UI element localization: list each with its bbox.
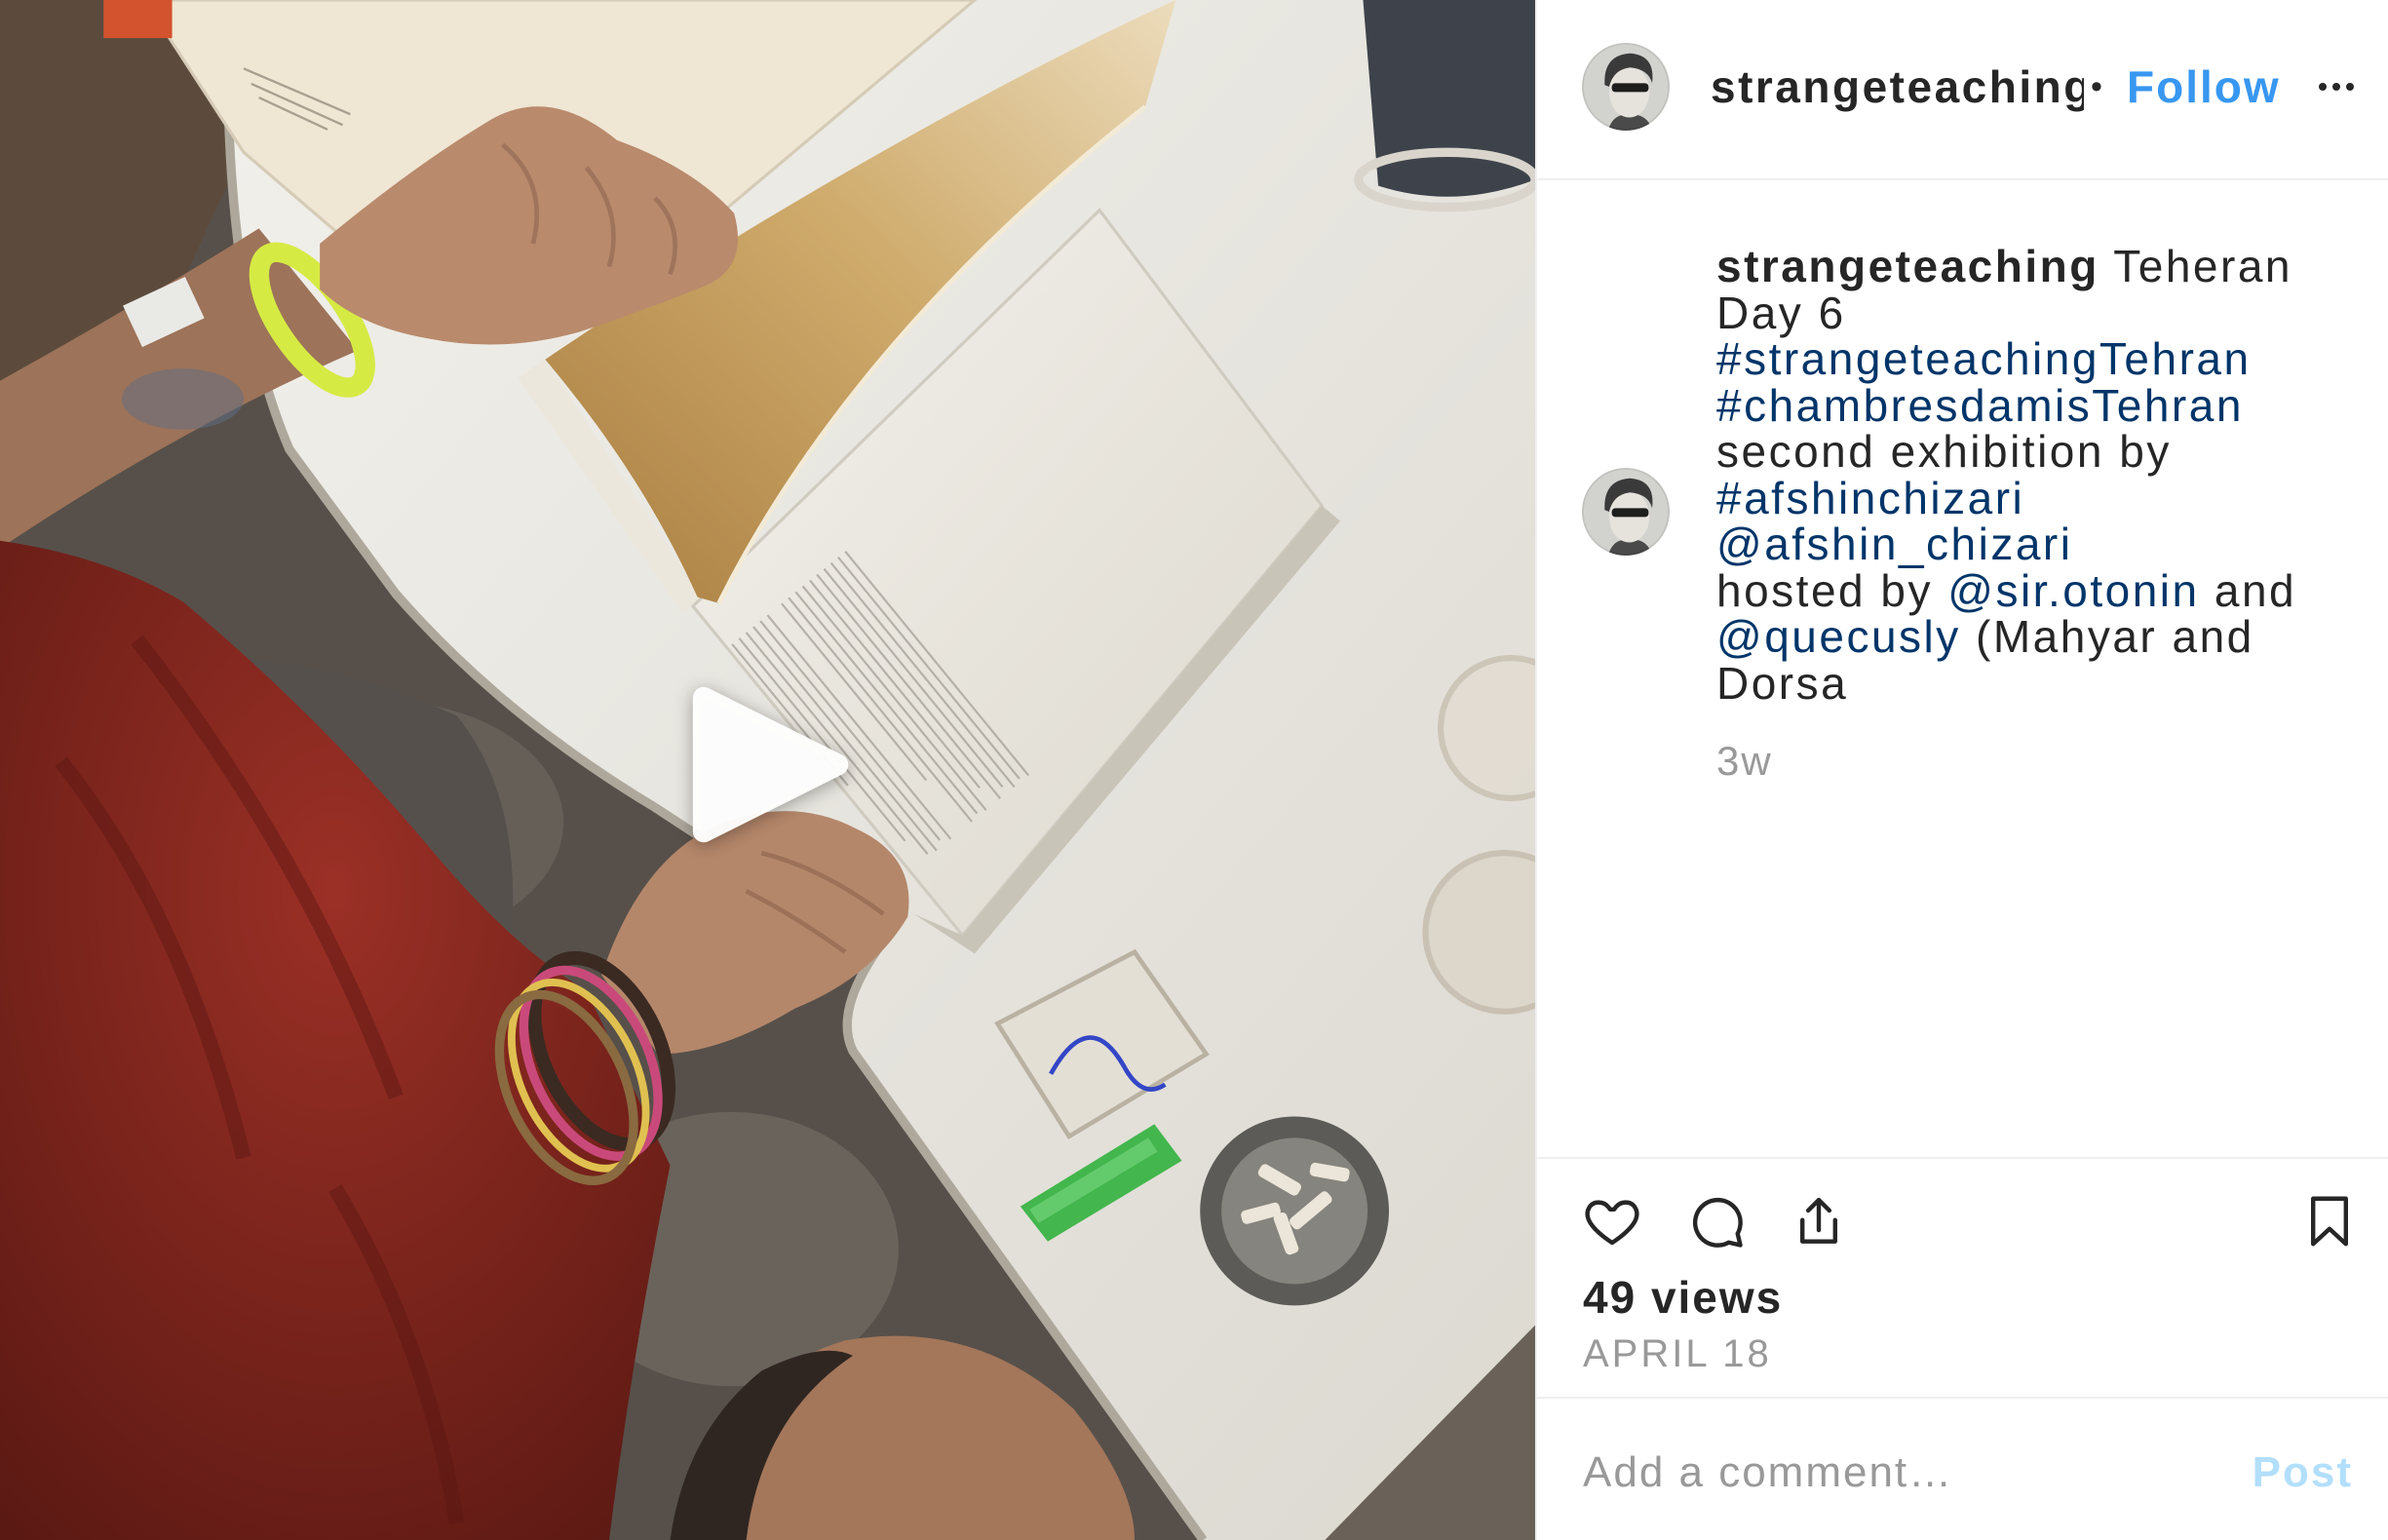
cup (1363, 0, 1535, 197)
hashtag-link[interactable]: #chambresdamisTehran (1716, 380, 2244, 431)
mention-link[interactable]: @sir.otonin (1947, 565, 2199, 616)
caption-text-segment: Dorsa (1716, 657, 1849, 709)
caption-text: strangeteaching Teheran Day 6 #strangete… (1716, 241, 2297, 709)
video-player[interactable] (0, 0, 1535, 1540)
bookmark-icon[interactable] (2299, 1191, 2360, 1251)
caption-line: #afshinchizari (1716, 473, 2296, 523)
post-button[interactable]: Post (2253, 1434, 2353, 1512)
caption-line: strangeteaching Teheran (1716, 241, 2296, 291)
instagram-post: strangeteaching • Follow strangeteaching… (0, 0, 2388, 1540)
header-avatar[interactable] (1582, 43, 1670, 131)
caption-text-segment: hosted by (1716, 564, 1948, 616)
post-date: APRIL 18 (1583, 1332, 1772, 1375)
video-frame[interactable] (0, 0, 1535, 1540)
post-sidebar: strangeteaching • Follow strangeteaching… (1535, 0, 2388, 1540)
more-options-icon[interactable] (2315, 72, 2358, 101)
hashtag-link[interactable]: #afshinchizari (1716, 473, 2024, 523)
comment-input[interactable] (1583, 1434, 2265, 1512)
view-count[interactable]: 49 views (1583, 1270, 1783, 1325)
comment-divider (1537, 1397, 2388, 1399)
hashtag-link[interactable]: #strangeteachingTehran (1716, 333, 2252, 384)
share-icon[interactable] (1789, 1191, 1849, 1251)
comment-icon[interactable] (1686, 1191, 1747, 1251)
caption-line: @afshin_chizari (1716, 519, 2296, 569)
caption-avatar[interactable] (1582, 468, 1670, 556)
caption-text-segment: Teheran (2099, 241, 2292, 291)
caption-text-segment: Day 6 (1716, 287, 1846, 338)
caption-text-segment: (Mahyar and (1960, 611, 2254, 662)
header-separator: • (2091, 68, 2102, 105)
caption-line: @quecusly (Mahyar and (1716, 611, 2296, 662)
tattoo (122, 368, 244, 430)
profile-avatar-icon (1582, 468, 1670, 556)
caption-text-segment: second exhibition by (1716, 426, 2172, 477)
caption-line: #chambresdamisTehran (1716, 380, 2296, 431)
caption-line: hosted by @sir.otonin and (1716, 564, 2297, 616)
red-book-corner (103, 0, 173, 39)
follow-button[interactable]: Follow (2127, 58, 2281, 116)
caption-line: second exhibition by (1716, 426, 2296, 477)
caption-line: #strangeteachingTehran (1716, 333, 2296, 384)
caption-text-segment: and (2199, 564, 2297, 616)
caption-username[interactable]: strangeteaching (1716, 241, 2099, 291)
actions-divider (1537, 1157, 2388, 1159)
header-username[interactable]: strangeteaching (1711, 58, 2084, 116)
heart-icon[interactable] (1582, 1191, 1642, 1251)
mention-link[interactable]: @afshin_chizari (1716, 519, 2072, 569)
caption-timestamp[interactable]: 3w (1716, 738, 1773, 785)
caption-line: Dorsa (1716, 657, 2296, 709)
header-divider (1537, 178, 2388, 180)
caption-line: Day 6 (1716, 287, 2296, 338)
mention-link[interactable]: @quecusly (1716, 611, 1961, 662)
profile-avatar-icon (1582, 43, 1670, 131)
ashtray-inner (1221, 1137, 1368, 1285)
